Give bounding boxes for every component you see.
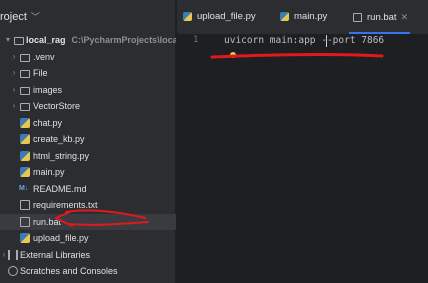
tree-item-external-libraries[interactable]: › External Libraries [0,247,176,264]
tree-root[interactable]: ▾ local_rag C:\PycharmProjects\local_rag [0,32,176,49]
tab-main-py[interactable]: main.py [280,0,327,34]
python-file-icon [20,150,30,161]
tree-item-label: README.md [33,183,87,194]
text-file-icon [20,200,30,210]
folder-icon [20,103,30,111]
python-file-icon [20,233,30,243]
tree-item-label: Scratches and Consoles [20,266,118,276]
tree-item-main-py[interactable]: main.py [0,164,176,181]
tree-item-upload-file-py[interactable]: upload_file.py [0,230,176,247]
python-file-icon [280,11,289,21]
collapse-arrow-icon[interactable]: › [0,247,8,264]
tree-item-scratches[interactable]: Scratches and Consoles [0,263,176,280]
root-name: local_rag [26,35,66,45]
markdown-file-icon: M↓ [19,184,29,192]
tree-item-label: .venv [33,51,55,62]
tab-label: run.bat [367,12,397,23]
chevron-down-icon[interactable]: ﹀ [31,6,40,28]
scratches-icon [8,266,18,276]
collapse-arrow-icon[interactable]: › [10,49,18,66]
project-sidebar: roject ﹀ ▾ local_rag C:\PycharmProjects\lo… [0,0,176,283]
tree-item-label: upload_file.py [33,233,89,243]
tree-item-label: run.bat [33,216,62,227]
project-title: roject [0,11,27,23]
python-file-icon [20,117,30,128]
tree-item-label: External Libraries [20,249,91,260]
tab-label: main.py [294,11,328,22]
code-line[interactable]: uvicorn main:app --port 7866 [224,34,384,47]
python-file-icon [20,167,30,177]
collapse-arrow-icon[interactable]: › [10,65,18,82]
line-number: 1 [193,35,199,45]
collapse-arrow-icon[interactable]: › [10,98,18,115]
tree-item-label: chat.py [33,117,63,128]
tree-item-requirements-txt[interactable]: requirements.txt [0,197,176,214]
tree-item-venv[interactable]: › .venv [0,49,176,66]
project-header[interactable]: roject ﹀ [0,6,176,28]
project-tree: ▾ local_ragC:\PycharmProjects\local_rag … [0,32,176,280]
tree-item-label: main.py [33,167,65,177]
collapse-arrow-icon[interactable]: › [10,82,18,99]
tree-item-label: requirements.txt [33,200,98,210]
library-icon [8,249,18,260]
tree-item-label: html_string.py [33,150,90,161]
close-icon[interactable]: ✕ [401,12,409,22]
tree-item-chat-py[interactable]: chat.py [0,115,176,132]
batch-file-icon [20,216,30,227]
python-file-icon [183,11,192,21]
editor-tabs: upload_file.py main.py run.bat ✕ [177,0,428,35]
tab-upload-file-py[interactable]: upload_file.py [183,0,256,34]
expand-arrow-icon[interactable]: ▾ [4,32,12,49]
tree-item-run-bat[interactable]: run.bat [0,213,176,230]
folder-icon [14,37,24,45]
batch-file-icon [353,12,362,22]
tab-run-bat[interactable]: run.bat ✕ [348,0,411,34]
tree-item-label: create_kb.py [33,134,85,144]
folder-icon [20,70,30,78]
text-caret [326,35,327,47]
tree-item-label: images [33,84,63,95]
tab-label: upload_file.py [197,11,256,22]
tree-item-images[interactable]: › images [0,82,176,99]
tree-item-label: File [33,68,48,78]
tree-item-vectorstore[interactable]: › VectorStore [0,98,176,115]
tree-item-readme-md[interactable]: M↓ README.md [0,181,176,198]
code-editor[interactable]: 1 uvicorn main:app --port 7866 [177,34,428,283]
tree-item-label: VectorStore [33,101,81,111]
python-file-icon [20,134,30,144]
tree-item-file[interactable]: › File [0,65,176,82]
root-path: C:\PycharmProjects\local_rag [71,35,176,45]
tree-item-html-string-py[interactable]: html_string.py [0,148,176,165]
lightbulb-icon[interactable] [230,52,236,58]
folder-icon [20,53,30,62]
folder-icon [20,86,30,95]
tree-item-create-kb-py[interactable]: create_kb.py [0,131,176,148]
